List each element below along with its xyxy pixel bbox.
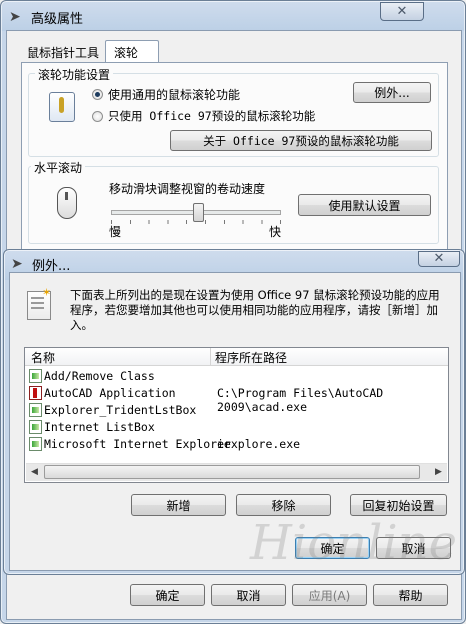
dialog-close-button[interactable]: ✕ — [418, 251, 460, 267]
tab-pointer-tools[interactable]: 鼠标指针工具 — [27, 44, 99, 62]
horizontal-scrollbar[interactable]: ◀ ▶ — [26, 463, 447, 481]
scrollbar-thumb[interactable] — [44, 465, 420, 479]
document-icon: ✶ — [27, 287, 51, 320]
dialog-client-area: ✶ 下面表上所列出的是现在设置为使用 Office 97 鼠标滚轮预设功能的应用… — [9, 272, 461, 571]
mouse-icon — [57, 187, 77, 219]
list-header: 名称 程序所在路径 — [25, 348, 448, 366]
list-item[interactable]: Internet ListBox — [27, 419, 446, 436]
dialog-cancel-button[interactable]: 取消 — [376, 537, 451, 559]
scroll-wheel-icon — [49, 92, 75, 122]
list-item[interactable]: Microsoft Internet Explorer iexplore.exe — [27, 436, 446, 453]
slider-ticks — [111, 220, 281, 224]
title-bar[interactable]: ➤ 高级属性 ✕ — [1, 1, 465, 31]
restore-defaults-button[interactable]: 回复初始设置 — [350, 494, 447, 516]
radio-general-label[interactable]: 使用通用的鼠标滚轮功能 — [108, 86, 240, 103]
radio-general-wheel[interactable] — [92, 89, 103, 100]
tab-wheel[interactable]: 滚轮 — [105, 40, 159, 63]
dialog-description: 下面表上所列出的是现在设置为使用 Office 97 鼠标滚轮预设功能的应用程序… — [70, 288, 440, 332]
ok-button[interactable]: 确定 — [130, 584, 205, 606]
group-title: 水平滚动 — [31, 159, 86, 176]
column-name[interactable]: 名称 — [31, 349, 55, 366]
list-item[interactable]: Explorer_TridentLstBox — [27, 402, 446, 419]
exceptions-dialog: ➤ 例外... ✕ ✶ 下面表上所列出的是现在设置为使用 Office 97 鼠… — [3, 249, 465, 575]
mouse-pointer-icon: ➤ — [9, 9, 21, 25]
slow-label: 慢 — [109, 225, 122, 239]
close-button[interactable]: ✕ — [380, 2, 424, 21]
list-item[interactable]: AutoCAD Application C:\Program Files\Aut… — [27, 385, 446, 414]
exceptions-button[interactable]: 例外... — [353, 82, 431, 103]
scroll-right-arrow-icon[interactable]: ▶ — [430, 464, 447, 481]
radio-office-wheel[interactable] — [92, 111, 103, 122]
about-office-wheel-button[interactable]: 关于 Office 97预设的鼠标滚轮功能 — [170, 130, 432, 151]
app-icon — [29, 369, 42, 383]
app-icon — [29, 420, 42, 434]
dialog-ok-button[interactable]: 确定 — [295, 537, 370, 559]
scroll-speed-label: 移动滑块调整视窗的卷动速度 — [109, 182, 266, 196]
wheel-settings-group: 滚轮功能设置 使用通用的鼠标滚轮功能 只使用 Office 97预设的鼠标滚轮功… — [28, 66, 439, 157]
help-button[interactable]: 帮助 — [373, 584, 448, 606]
cancel-button[interactable]: 取消 — [211, 584, 286, 606]
group-title: 滚轮功能设置 — [35, 66, 114, 83]
radio-office-label[interactable]: 只使用 Office 97预设的鼠标滚轮功能 — [108, 108, 315, 124]
list-item[interactable]: Add/Remove Class — [27, 368, 446, 385]
scroll-left-arrow-icon[interactable]: ◀ — [26, 464, 43, 481]
apply-button[interactable]: 应用(A) — [292, 584, 367, 606]
fast-label: 快 — [269, 225, 282, 239]
horizontal-scroll-group: 水平滚动 移动滑块调整视窗的卷动速度 慢 快 使用默认设置 — [28, 159, 439, 244]
autocad-icon — [29, 386, 42, 400]
add-button[interactable]: 新增 — [131, 494, 226, 516]
column-path[interactable]: 程序所在路径 — [215, 349, 287, 366]
remove-button[interactable]: 移除 — [236, 494, 331, 516]
use-default-button[interactable]: 使用默认设置 — [298, 194, 431, 216]
app-icon — [29, 403, 42, 417]
scroll-speed-slider[interactable] — [111, 203, 281, 222]
mouse-pointer-icon: ➤ — [11, 256, 23, 272]
window-title: 高级属性 — [31, 12, 84, 27]
applications-list[interactable]: 名称 程序所在路径 Add/Remove Class AutoCAD Appli… — [24, 347, 449, 483]
app-icon — [29, 437, 42, 451]
